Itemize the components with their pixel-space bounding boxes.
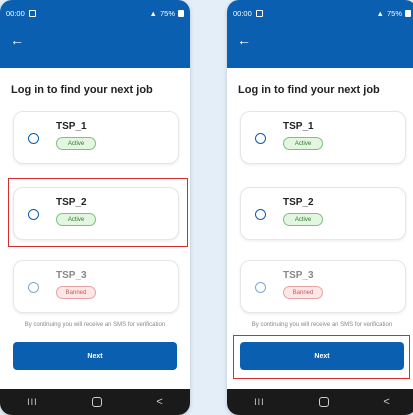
status-time: 00:00 bbox=[6, 8, 25, 18]
sms-notice: By continuing you will receive an SMS fo… bbox=[24, 322, 166, 328]
status-badge: Active bbox=[56, 213, 96, 226]
account-name: TSP_2 bbox=[56, 197, 87, 208]
battery-icon bbox=[405, 9, 411, 17]
back-arrow-icon[interactable]: ← bbox=[10, 33, 24, 47]
account-name: TSP_3 bbox=[56, 270, 87, 281]
status-bar: 00:00 ▲ 75% bbox=[6, 6, 184, 20]
phone-screen-left: 00:00 ▲ 75% ← Log in to find your next j… bbox=[0, 0, 190, 415]
page-title: Log in to find your next job bbox=[238, 84, 380, 96]
status-badge: Active bbox=[56, 137, 96, 150]
battery-icon bbox=[178, 9, 184, 17]
next-button[interactable]: Next bbox=[240, 342, 404, 370]
account-card-tsp2[interactable]: TSP_2 Active bbox=[240, 187, 406, 240]
status-badge: Banned bbox=[283, 286, 323, 299]
status-badge: Active bbox=[283, 137, 323, 150]
system-nav-bar: III < bbox=[227, 389, 413, 415]
login-content: Log in to find your next job TSP_1 Activ… bbox=[0, 68, 190, 389]
next-button[interactable]: Next bbox=[13, 342, 177, 370]
radio-icon[interactable] bbox=[255, 133, 266, 144]
account-card-tsp2[interactable]: TSP_2 Active bbox=[13, 187, 179, 240]
account-name: TSP_1 bbox=[283, 121, 314, 132]
radio-icon[interactable] bbox=[28, 282, 39, 293]
account-card-tsp1[interactable]: TSP_1 Active bbox=[13, 111, 179, 164]
status-badge: Banned bbox=[56, 286, 96, 299]
radio-icon[interactable] bbox=[28, 209, 39, 220]
login-content: Log in to find your next job TSP_1 Activ… bbox=[227, 68, 413, 389]
home-nav-icon[interactable] bbox=[319, 397, 330, 407]
account-card-tsp3[interactable]: TSP_3 Banned bbox=[240, 260, 406, 313]
account-name: TSP_2 bbox=[283, 197, 314, 208]
radio-icon[interactable] bbox=[255, 282, 266, 293]
system-nav-bar: III < bbox=[0, 389, 190, 415]
back-nav-icon[interactable]: < bbox=[156, 396, 162, 408]
account-card-tsp1[interactable]: TSP_1 Active bbox=[240, 111, 406, 164]
status-time: 00:00 bbox=[233, 8, 252, 18]
recent-apps-icon[interactable]: III bbox=[27, 397, 38, 407]
notification-icon bbox=[255, 9, 263, 17]
account-name: TSP_1 bbox=[56, 121, 87, 132]
status-bar: 00:00 ▲ 75% bbox=[233, 6, 411, 20]
signal-icon: ▲ bbox=[376, 8, 384, 18]
radio-icon[interactable] bbox=[255, 209, 266, 220]
back-arrow-icon[interactable]: ← bbox=[237, 33, 251, 47]
home-nav-icon[interactable] bbox=[92, 397, 103, 407]
recent-apps-icon[interactable]: III bbox=[254, 397, 265, 407]
app-bar: 00:00 ▲ 75% ← bbox=[0, 0, 190, 68]
phone-screen-right: 00:00 ▲ 75% ← Log in to find your next j… bbox=[227, 0, 413, 415]
account-name: TSP_3 bbox=[283, 270, 314, 281]
signal-icon: ▲ bbox=[149, 8, 157, 18]
app-bar: 00:00 ▲ 75% ← bbox=[227, 0, 413, 68]
notification-icon bbox=[28, 9, 36, 17]
radio-icon[interactable] bbox=[28, 133, 39, 144]
back-nav-icon[interactable]: < bbox=[383, 396, 389, 408]
battery-percent: 75% bbox=[386, 8, 402, 18]
battery-percent: 75% bbox=[159, 8, 175, 18]
page-title: Log in to find your next job bbox=[11, 84, 153, 96]
status-badge: Active bbox=[283, 213, 323, 226]
account-card-tsp3[interactable]: TSP_3 Banned bbox=[13, 260, 179, 313]
sms-notice: By continuing you will receive an SMS fo… bbox=[251, 322, 393, 328]
